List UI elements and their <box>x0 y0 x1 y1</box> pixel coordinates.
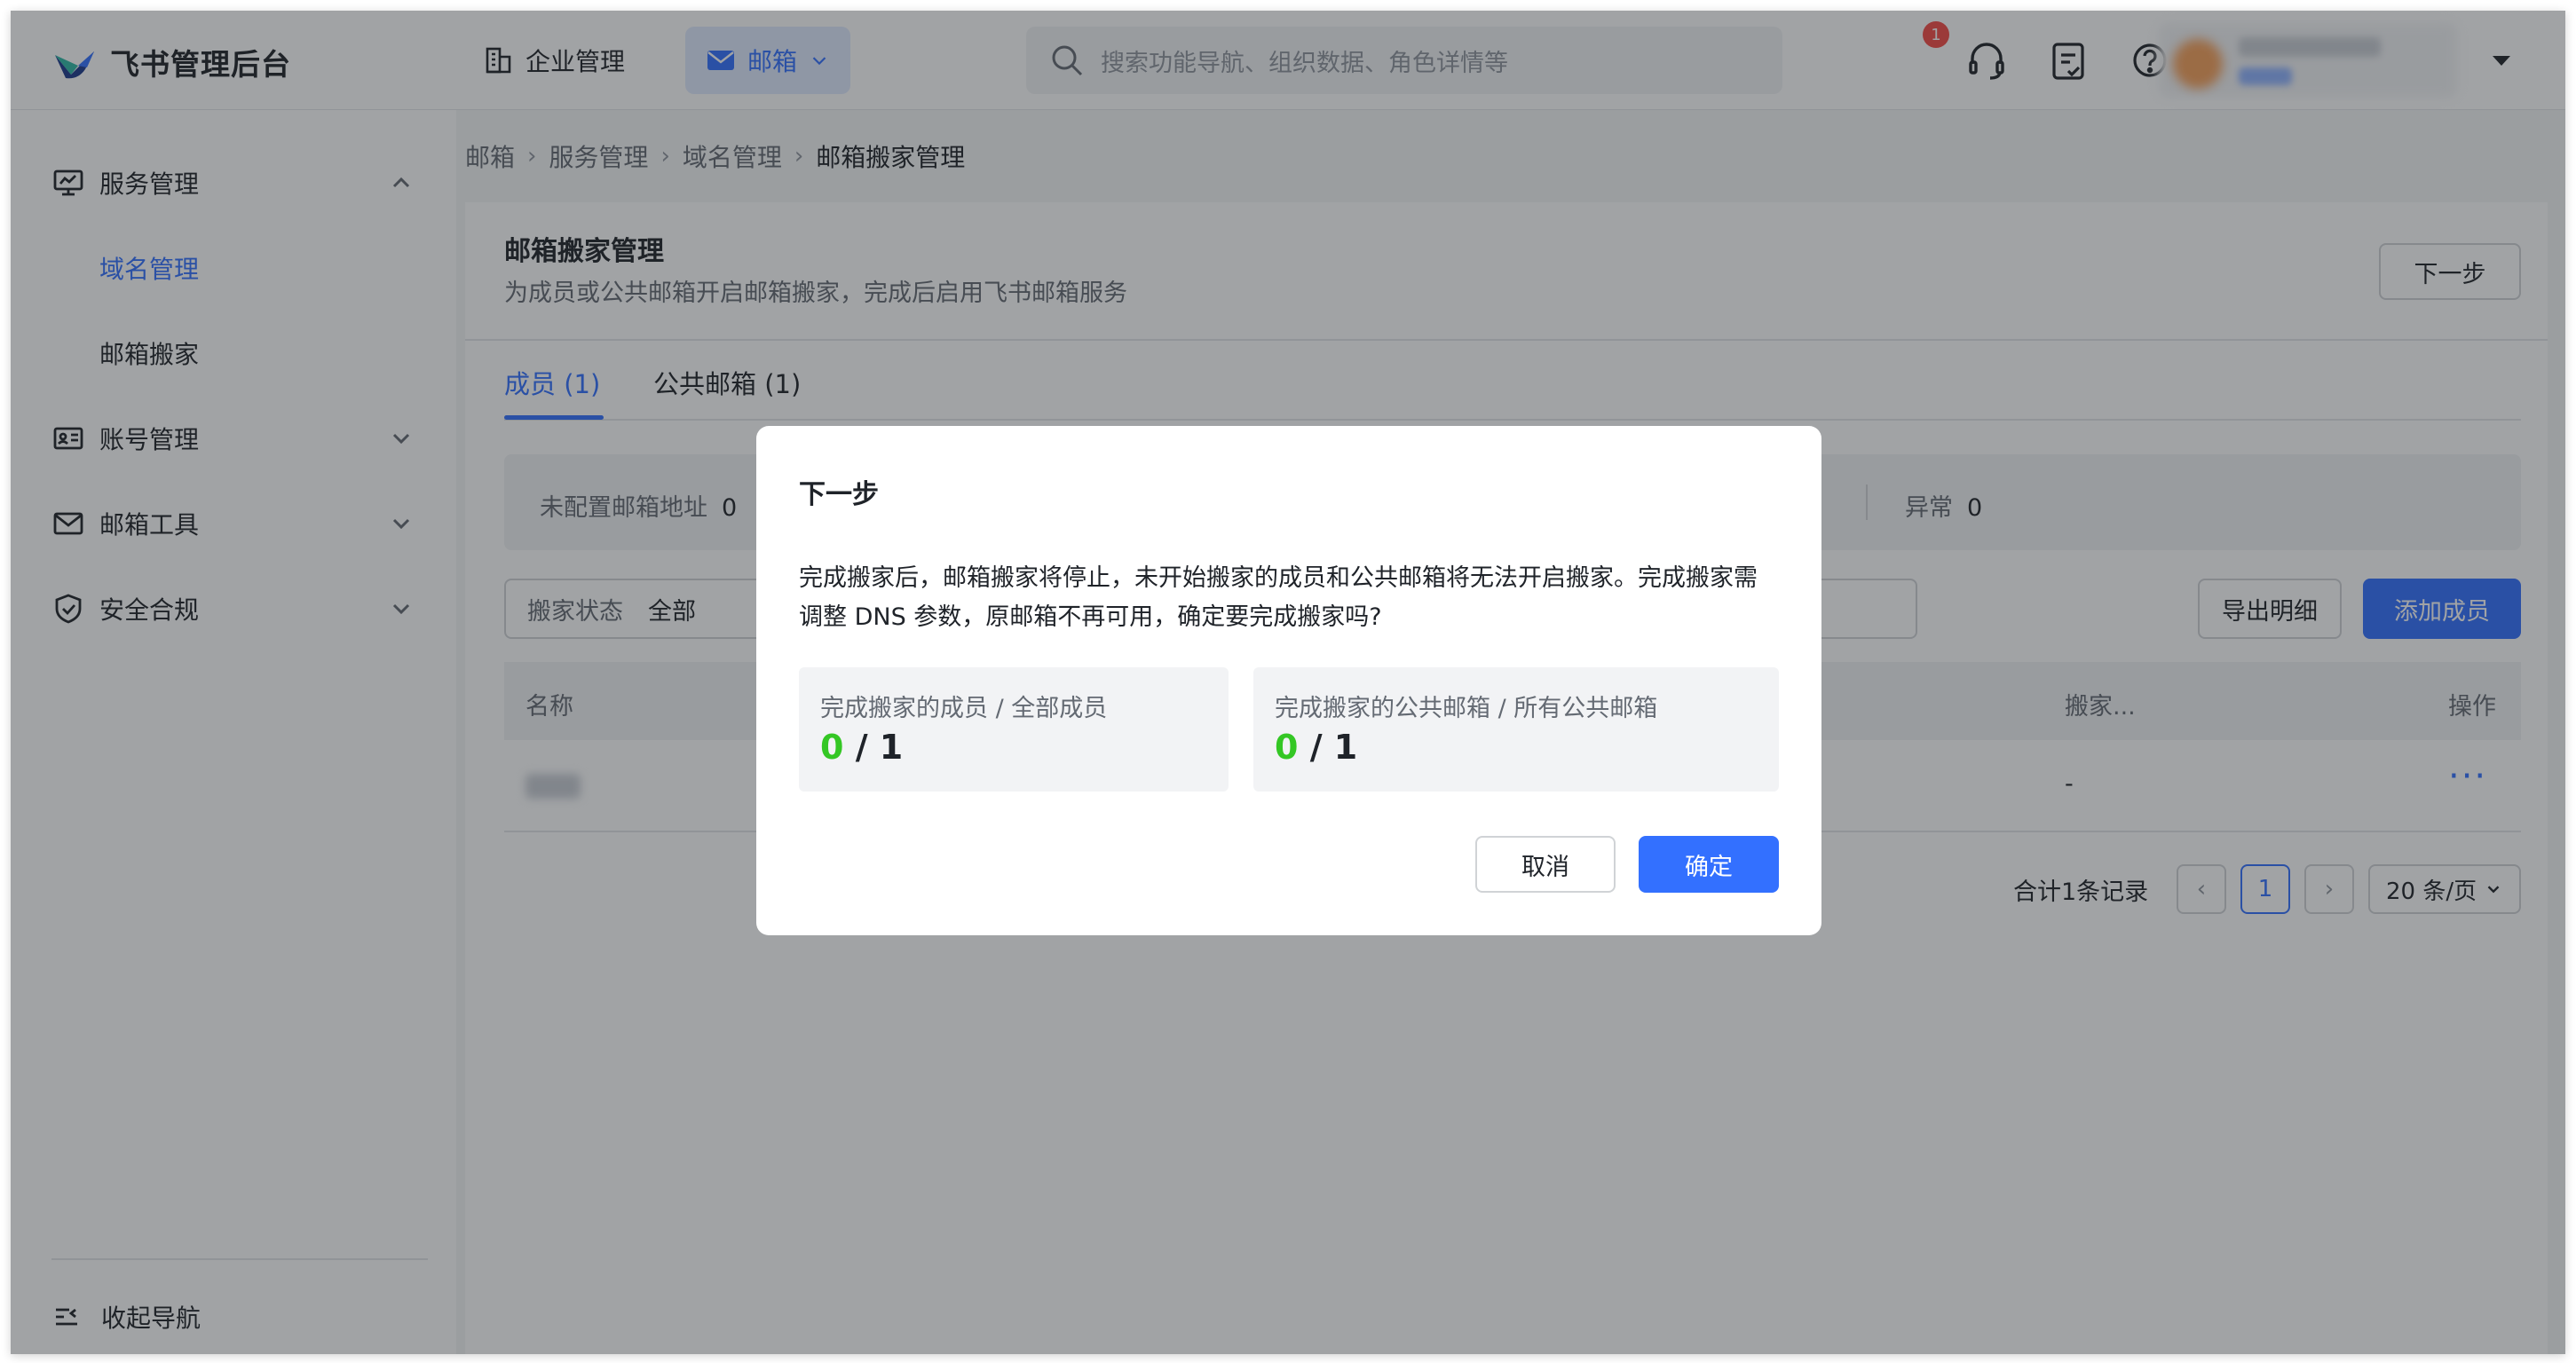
public-progress-label: 完成搬家的公共邮箱 / 所有公共邮箱 <box>1275 695 1658 722</box>
app-window: 飞书管理后台 企业管理 邮箱 搜索功能导航、组织数据、角色详情等 1 服务管理 … <box>11 11 2565 1354</box>
confirm-dialog: 下一步 完成搬家后，邮箱搬家将停止，未开始搬家的成员和公共邮箱将无法开启搬家。完… <box>756 426 1821 935</box>
public-done-count: 0 <box>1275 728 1299 767</box>
public-mailbox-progress-box: 完成搬家的公共邮箱 / 所有公共邮箱 0 / 1 <box>1253 667 1779 792</box>
members-progress-box: 完成搬家的成员 / 全部成员 0 / 1 <box>799 667 1229 792</box>
public-progress-value: 0 / 1 <box>1275 728 1357 767</box>
dialog-message: 完成搬家后，邮箱搬家将停止，未开始搬家的成员和公共邮箱将无法开启搬家。完成搬家需… <box>799 564 1758 631</box>
members-total-count: / 1 <box>855 728 904 767</box>
confirm-button[interactable]: 确定 <box>1639 836 1779 893</box>
cancel-button[interactable]: 取消 <box>1475 836 1616 893</box>
members-done-count: 0 <box>820 728 844 767</box>
members-progress-label: 完成搬家的成员 / 全部成员 <box>820 695 1108 722</box>
public-total-count: / 1 <box>1309 728 1358 767</box>
members-progress-value: 0 / 1 <box>820 728 903 767</box>
dialog-title: 下一步 <box>799 479 879 510</box>
